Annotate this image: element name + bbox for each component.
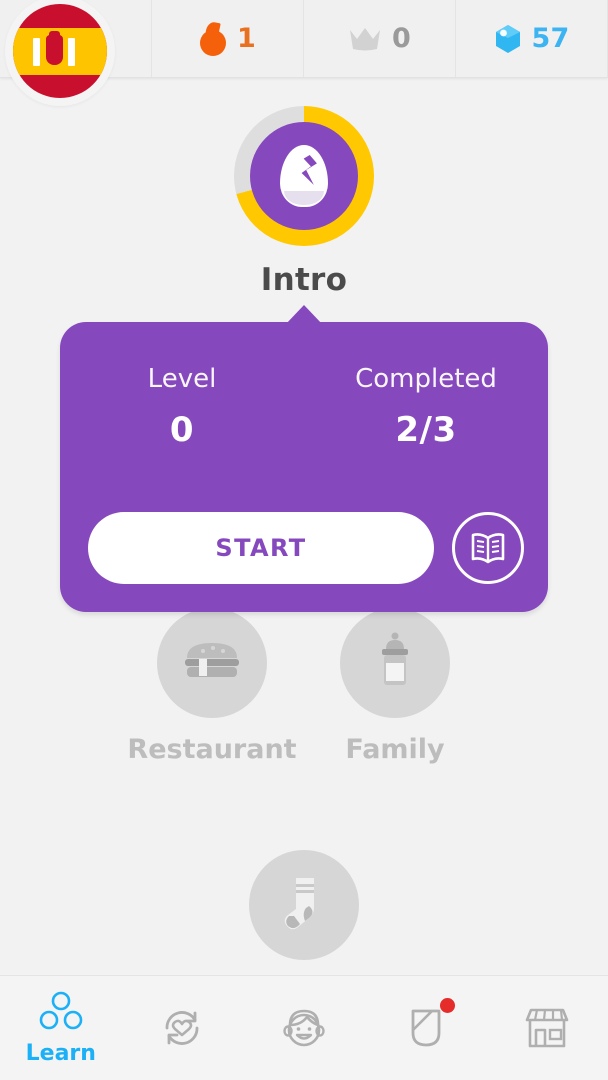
popup-stat-completed: Completed 2/3 [304,364,548,450]
crown-icon [348,26,382,52]
nav-item-profile[interactable] [243,976,365,1080]
skill-bubble-restaurant[interactable] [157,608,267,718]
gem-icon [494,24,522,54]
nav-item-shop[interactable] [486,976,608,1080]
streak-counter[interactable]: 1 [152,0,304,77]
level-value: 0 [169,410,195,450]
nav-item-quests[interactable] [365,976,487,1080]
crown-counter[interactable]: 0 [304,0,456,77]
skill-clothing[interactable] [214,850,394,976]
completed-value: 2/3 [395,410,457,450]
sock-icon [284,878,314,930]
gem-value: 57 [531,23,570,54]
practice-heart-refresh-icon [165,1011,199,1045]
nav-item-learn[interactable]: Learn [0,976,122,1080]
quests-notification-badge [439,998,455,1013]
streak-value: 1 [237,23,256,54]
start-button[interactable]: START [88,512,434,584]
spanish-flag-icon [13,4,107,98]
skill-bubble-clothing[interactable] [249,850,359,960]
burger-icon [185,643,239,677]
skill-bubble-intro[interactable] [250,122,358,230]
nav-item-practice[interactable] [122,976,244,1080]
tips-button[interactable] [452,512,524,584]
skill-progress-ring[interactable] [234,106,374,246]
baby-bottle-icon [382,632,408,685]
flame-icon [199,20,227,56]
language-flag-button[interactable] [5,0,115,106]
learn-circles-icon [39,991,83,1029]
skill-popup-card: Level 0 Completed 2/3 START [60,305,548,612]
skill-restaurant[interactable]: Restaurant [122,608,302,765]
bottom-navigation-bar: Learn [0,975,608,1080]
crown-value: 0 [392,23,411,54]
skill-intro[interactable]: Intro [0,106,608,298]
gem-counter[interactable]: 57 [456,0,608,77]
popup-stats: Level 0 Completed 2/3 [60,322,548,450]
book-icon [471,533,505,564]
skill-label-restaurant: Restaurant [127,734,297,765]
nav-label-learn: Learn [25,1040,96,1066]
egg-icon [280,145,328,207]
popup-actions: START [88,512,524,584]
popup-pointer [285,305,323,325]
top-status-bar: 1 0 57 [0,0,608,106]
profile-face-icon [283,1009,325,1047]
completed-label: Completed [355,364,497,394]
skill-bubble-family[interactable] [340,608,450,718]
skill-tree: Intro Restaurant Family Level 0 Complete… [0,78,608,975]
skill-family[interactable]: Family [305,608,485,765]
popup-stat-level: Level 0 [60,364,304,450]
skill-label-intro: Intro [260,262,348,298]
level-label: Level [147,364,217,394]
skill-label-family: Family [345,734,445,765]
shop-store-icon [525,1008,569,1048]
